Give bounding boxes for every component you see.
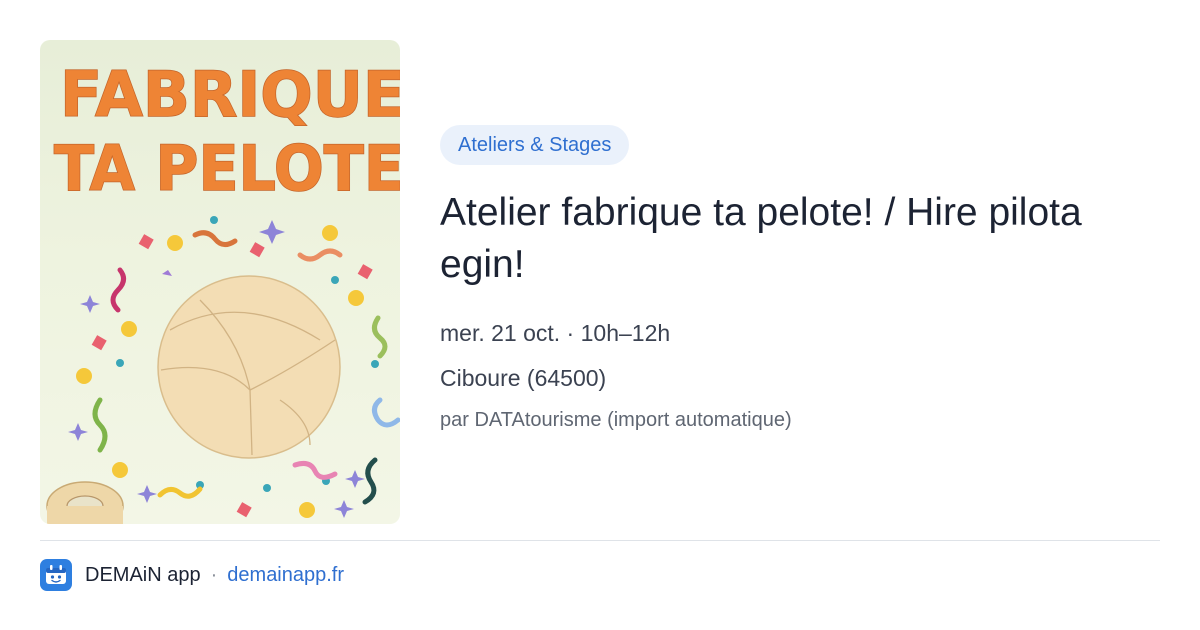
footer: DEMAiN app · demainapp.fr	[40, 558, 344, 592]
event-card[interactable]: FABRIQUE TA PELOTE Ateliers & Stages Ate…	[0, 0, 1200, 630]
event-date-time: mer. 21 oct. · 10h–12h	[440, 320, 671, 346]
pelota-ball-icon	[157, 275, 341, 459]
event-title[interactable]: Atelier fabrique ta pelote! / Hire pilot…	[440, 187, 1130, 291]
app-url-link[interactable]: demainapp.fr	[227, 564, 344, 587]
app-name: DEMAiN app	[85, 563, 201, 586]
poster-title-line2: TA PELOTE	[54, 132, 400, 205]
demain-app-logo-icon	[40, 559, 72, 591]
event-location: Ciboure (64500)	[440, 365, 607, 391]
footer-divider	[40, 540, 1160, 541]
category-badge[interactable]: Ateliers & Stages	[440, 125, 630, 165]
poster-title-line1: FABRIQUE	[60, 58, 400, 131]
tape-roll-icon	[46, 481, 124, 524]
poster-illustration: FABRIQUE TA PELOTE	[46, 57, 400, 524]
event-poster-image[interactable]: FABRIQUE TA PELOTE	[40, 40, 400, 524]
event-info: Ateliers & Stages Atelier fabrique ta pe…	[440, 125, 1160, 434]
event-source: par DATAtourisme (import automatique)	[440, 409, 792, 431]
footer-separator: ·	[210, 563, 218, 586]
